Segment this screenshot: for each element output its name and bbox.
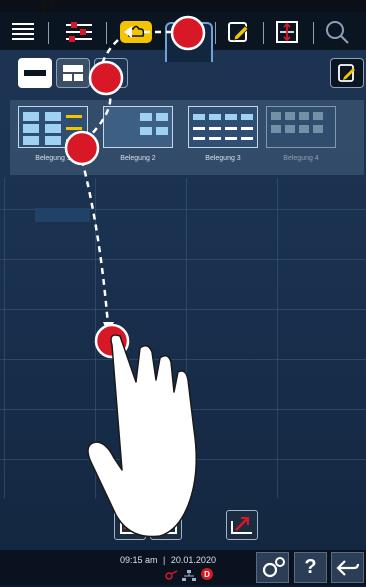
layout-thumbnail: [103, 106, 173, 148]
date-text: 20.01.2020: [170, 555, 216, 565]
time-text: 09:15 am: [120, 555, 158, 565]
toolbar-divider: [48, 22, 49, 44]
tray-icon[interactable]: [150, 510, 182, 540]
split-arrows-icon[interactable]: [272, 18, 302, 46]
layout-label: Belegung 1: [35, 155, 71, 162]
placeholder-strip: [35, 208, 90, 222]
layout-thumbnail: [266, 106, 336, 148]
edit-note-icon[interactable]: [330, 58, 364, 88]
toolbar-divider: [215, 22, 216, 44]
arrow-out-icon[interactable]: [226, 510, 258, 540]
top-toolbar: [0, 12, 366, 62]
layout-thumbnail: [188, 106, 258, 148]
search-icon[interactable]: [322, 18, 352, 46]
chef-hat-icon[interactable]: [118, 18, 154, 46]
top-cap: p: [0, 0, 366, 13]
auto-label: auto: [127, 514, 144, 523]
layout-label: Belegung 4: [283, 155, 319, 162]
single-row-icon[interactable]: [18, 58, 52, 88]
menu-lines-icon[interactable]: [8, 18, 38, 46]
toolbar-divider: [106, 22, 107, 44]
sliders-icon[interactable]: [64, 18, 94, 46]
layout-tile[interactable]: Belegung 2: [103, 106, 173, 172]
layout-panel: Belegung 1 Belegung 2 Belegung 3 Belegun…: [10, 100, 364, 175]
layout-tile[interactable]: Belegung 1: [18, 106, 88, 172]
auto-load-icon[interactable]: auto: [114, 510, 146, 540]
layout-label: Belegung 2: [120, 155, 156, 162]
toolbar-divider: [313, 22, 314, 44]
time-date: 09:15 am | 20.01.2020: [120, 555, 216, 565]
back-icon[interactable]: [331, 552, 364, 583]
lan-icon: [182, 569, 196, 587]
view-row: [0, 50, 366, 96]
double-row-icon[interactable]: [56, 58, 90, 88]
workspace-grid[interactable]: [0, 178, 366, 498]
edit-note-icon[interactable]: [224, 18, 254, 46]
network-icon: [165, 569, 179, 587]
status-badge: D: [201, 568, 213, 580]
layout-label: Belegung 3: [205, 155, 241, 162]
layout-thumbnail: [18, 106, 88, 148]
layout-tile[interactable]: Belegung 3: [188, 106, 258, 172]
layout-tile[interactable]: Belegung 4: [266, 106, 336, 172]
app-frame: p: [0, 0, 366, 585]
toolbar-divider: [263, 22, 264, 44]
settings-icon[interactable]: [256, 552, 289, 583]
help-icon[interactable]: ?: [294, 552, 327, 583]
triple-row-icon[interactable]: [94, 58, 128, 88]
